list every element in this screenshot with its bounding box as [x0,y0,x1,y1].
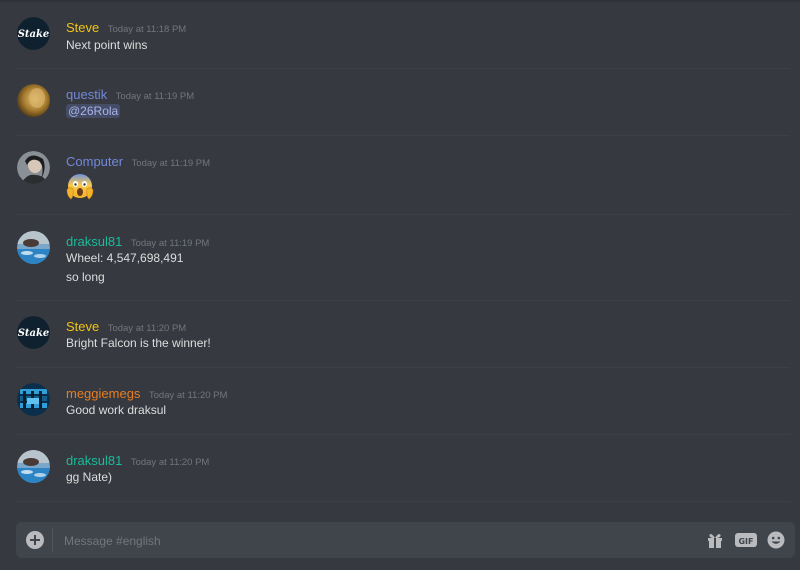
stake-logo-avatar: Stake [17,316,50,349]
message-list[interactable]: Stake Steve Today at 11:18 PM Next point… [0,0,800,515]
message-divider [16,214,790,215]
message-header: Steve Today at 11:20 PM [66,318,186,336]
message-text: so long [66,270,105,284]
chat-window: Stake Steve Today at 11:18 PM Next point… [0,0,800,570]
avatar[interactable]: Stake [17,316,50,349]
avatar[interactable] [17,383,50,416]
avatar[interactable] [17,231,50,264]
message-divider [16,300,790,301]
message-divider [16,367,790,368]
stake-logo-text: Stake [18,29,50,40]
author-name[interactable]: meggiemegs [66,386,140,401]
timestamp: Today at 11:19 PM [131,158,211,169]
avatar[interactable]: Stake [17,17,50,50]
message-text: Bright Falcon is the winner! [66,336,211,350]
message-text: gg Nate) [66,470,113,484]
message-composer: GIF [16,522,795,558]
timestamp: Today at 11:20 PM [107,323,187,334]
plus-circle-icon[interactable] [26,531,44,549]
user-mention[interactable]: @26Rola [66,104,121,118]
message-header: draksul81 Today at 11:20 PM [66,452,209,470]
screaming-face-emoji[interactable] [66,172,94,200]
message-text: Next point wins [66,38,148,52]
water-avatar-image [17,450,50,483]
message-input[interactable] [62,530,666,552]
author-name[interactable]: draksul81 [66,234,122,249]
author-name[interactable]: Computer [66,154,123,169]
message-header: questik Today at 11:19 PM [66,86,194,104]
timestamp: Today at 11:18 PM [107,24,187,35]
gift-icon[interactable] [706,531,724,549]
gold-avatar-image [17,84,50,117]
message-text: Good work draksul [66,403,167,417]
message-divider [16,501,790,502]
avatar[interactable] [17,84,50,117]
composer-separator [52,528,53,552]
stake-logo-avatar: Stake [17,17,50,50]
timestamp: Today at 11:19 PM [130,238,210,249]
gif-label: GIF [738,537,753,546]
water-avatar-image [17,231,50,264]
author-name[interactable]: draksul81 [66,453,122,468]
timestamp: Today at 11:19 PM [115,91,195,102]
stake-logo-text: Stake [18,328,50,339]
message-header: draksul81 Today at 11:19 PM [66,233,209,251]
message-header: Steve Today at 11:18 PM [66,19,186,37]
emoji-icon[interactable] [767,531,785,549]
author-name[interactable]: questik [66,87,107,102]
avatar[interactable] [17,151,50,184]
message-divider [16,68,790,69]
avatar[interactable] [17,450,50,483]
message-header: Computer Today at 11:19 PM [66,153,210,171]
message-header: meggiemegs Today at 11:20 PM [66,385,227,403]
portrait-avatar-image [17,151,50,184]
gif-icon[interactable]: GIF [735,531,757,549]
author-name[interactable]: Steve [66,20,99,35]
message-text: @26Rola [66,104,121,118]
message-divider [16,135,790,136]
timestamp: Today at 11:20 PM [148,390,228,401]
message-divider [16,434,790,435]
blue-pattern-avatar-image [17,383,50,416]
timestamp: Today at 11:20 PM [130,457,210,468]
author-name[interactable]: Steve [66,319,99,334]
message-text: Wheel: 4,547,698,491 [66,251,184,265]
